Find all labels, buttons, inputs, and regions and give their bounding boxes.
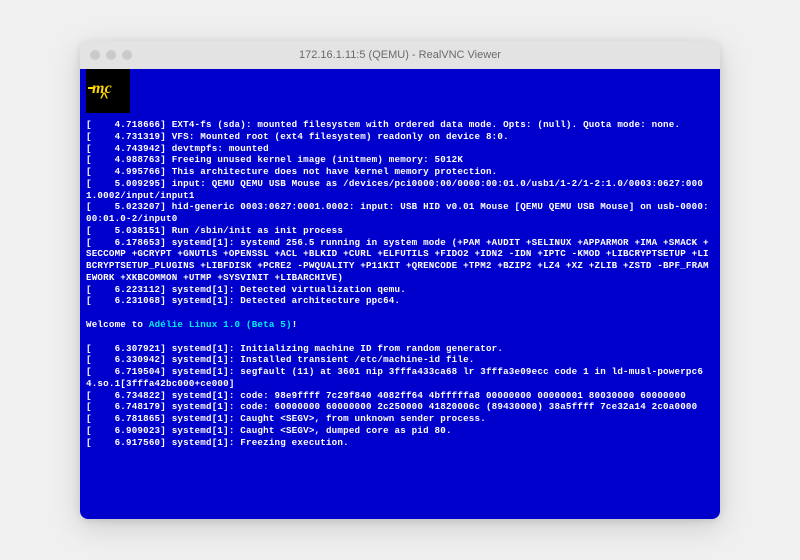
mc-logo: mc ^: [86, 69, 130, 113]
log-line: [ 5.038151] Run /sbin/init as init proce…: [86, 225, 714, 237]
log-line: [ 6.231068] systemd[1]: Detected archite…: [86, 295, 714, 307]
traffic-lights: [90, 50, 132, 60]
log-line: [ 6.223112] systemd[1]: Detected virtual…: [86, 284, 714, 296]
logo-caret: ^: [100, 91, 109, 109]
boot-log-block-2: [ 6.307921] systemd[1]: Initializing mac…: [86, 343, 714, 449]
log-line: [ 6.719504] systemd[1]: segfault (11) at…: [86, 366, 714, 390]
log-line: [ 6.748179] systemd[1]: code: 60000000 6…: [86, 401, 714, 413]
boot-log-block-1: [ 4.718666] EXT4-fs (sda): mounted files…: [86, 119, 714, 307]
minimize-button[interactable]: [106, 50, 116, 60]
vnc-window: 172.16.1.11:5 (QEMU) - RealVNC Viewer mc…: [80, 41, 720, 519]
titlebar[interactable]: 172.16.1.11:5 (QEMU) - RealVNC Viewer: [80, 41, 720, 69]
log-line: [ 6.917560] systemd[1]: Freezing executi…: [86, 437, 714, 449]
log-line: [ 4.731319] VFS: Mounted root (ext4 file…: [86, 131, 714, 143]
log-line: [ 6.178653] systemd[1]: systemd 256.5 ru…: [86, 237, 714, 284]
log-line: [ 6.781865] systemd[1]: Caught <SEGV>, f…: [86, 413, 714, 425]
welcome-prefix: Welcome to: [86, 319, 149, 330]
log-line: [ 4.718666] EXT4-fs (sda): mounted files…: [86, 119, 714, 131]
log-line: [ 6.734822] systemd[1]: code: 98e9ffff 7…: [86, 390, 714, 402]
log-line: [ 5.009295] input: QEMU QEMU USB Mouse a…: [86, 178, 714, 202]
log-line: [ 4.743942] devtmpfs: mounted: [86, 143, 714, 155]
window-title: 172.16.1.11:5 (QEMU) - RealVNC Viewer: [80, 49, 720, 61]
log-line: [ 5.023207] hid-generic 0003:0627:0001.0…: [86, 201, 714, 225]
log-line: [ 6.330942] systemd[1]: Installed transi…: [86, 354, 714, 366]
log-line: [ 4.995766] This architecture does not h…: [86, 166, 714, 178]
console-output[interactable]: mc ^ [ 4.718666] EXT4-fs (sda): mounted …: [80, 69, 720, 519]
blank-line: [86, 307, 714, 319]
log-line: [ 4.988763] Freeing unused kernel image …: [86, 154, 714, 166]
log-line: [ 6.909023] systemd[1]: Caught <SEGV>, d…: [86, 425, 714, 437]
blank-line: [86, 331, 714, 343]
welcome-line: Welcome to Adélie Linux 1.0 (Beta 5)!: [86, 319, 714, 331]
zoom-button[interactable]: [122, 50, 132, 60]
distro-name: Adélie Linux 1.0 (Beta 5): [149, 319, 292, 330]
log-line: [ 6.307921] systemd[1]: Initializing mac…: [86, 343, 714, 355]
close-button[interactable]: [90, 50, 100, 60]
welcome-suffix: !: [292, 319, 298, 330]
